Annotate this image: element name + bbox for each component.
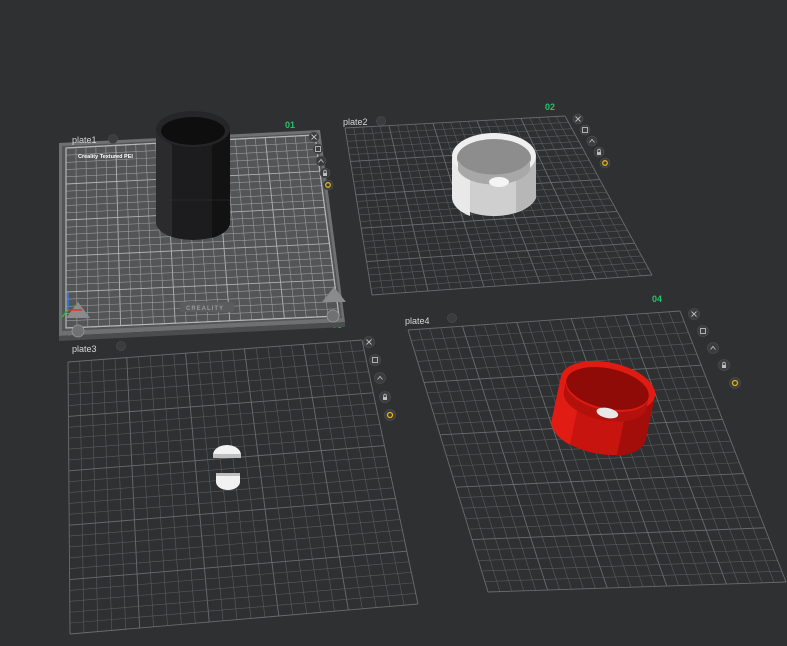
bed-logo: CREALITY (186, 306, 224, 312)
plate-name-label: plate4 (405, 316, 430, 326)
plate-number: 01 (285, 120, 295, 130)
bed-brand-label: Creality Textured PEI (78, 154, 133, 160)
settings-icon[interactable] (729, 377, 741, 389)
settings-icon[interactable] (384, 409, 396, 421)
plate-toolbar (363, 336, 396, 421)
plate-menu-button[interactable] (447, 313, 457, 323)
plate-name-label: plate3 (72, 344, 97, 354)
model-black-cylinder[interactable] (155, 111, 231, 240)
plate-menu-button[interactable] (116, 341, 126, 351)
lock-icon[interactable] (593, 146, 605, 158)
plate-4[interactable]: plate4 04 (405, 294, 787, 593)
plate-menu-button[interactable] (108, 134, 118, 144)
model-white-cylinder[interactable] (452, 133, 536, 217)
plate-2[interactable]: plate2 02 (343, 102, 653, 296)
plate-name-label: plate1 (72, 135, 97, 145)
settings-icon[interactable] (322, 179, 334, 191)
plate-name-label: plate2 (343, 117, 368, 127)
plate-1[interactable]: Creality Textured PEI CREALITY plate1 01 (59, 111, 346, 341)
arrange-icon[interactable] (579, 124, 591, 136)
lock-icon[interactable] (379, 391, 391, 403)
plate-menu-button[interactable] (376, 116, 386, 126)
model-white-small-parts[interactable] (213, 445, 241, 490)
orient-icon[interactable] (315, 155, 327, 167)
arrange-icon[interactable] (369, 354, 381, 366)
lock-icon[interactable] (319, 167, 331, 179)
orient-icon[interactable] (374, 372, 386, 384)
3d-viewport[interactable]: plate2 02 plate4 04 plate3 Creality Text… (0, 0, 787, 646)
plate-3[interactable]: plate3 03 (67, 320, 419, 635)
close-icon[interactable] (572, 113, 584, 125)
close-icon[interactable] (688, 308, 700, 320)
settings-icon[interactable] (599, 157, 611, 169)
plate-number: 04 (652, 294, 662, 304)
model-red-cylinder[interactable] (547, 353, 660, 463)
plate-number: 02 (545, 102, 555, 112)
orient-icon[interactable] (586, 135, 598, 147)
build-plate-grid (67, 339, 419, 635)
arrange-icon[interactable] (697, 325, 709, 337)
close-icon[interactable] (308, 131, 320, 143)
arrange-icon[interactable] (312, 143, 324, 155)
lock-icon[interactable] (718, 359, 730, 371)
close-icon[interactable] (363, 336, 375, 348)
orient-icon[interactable] (707, 342, 719, 354)
